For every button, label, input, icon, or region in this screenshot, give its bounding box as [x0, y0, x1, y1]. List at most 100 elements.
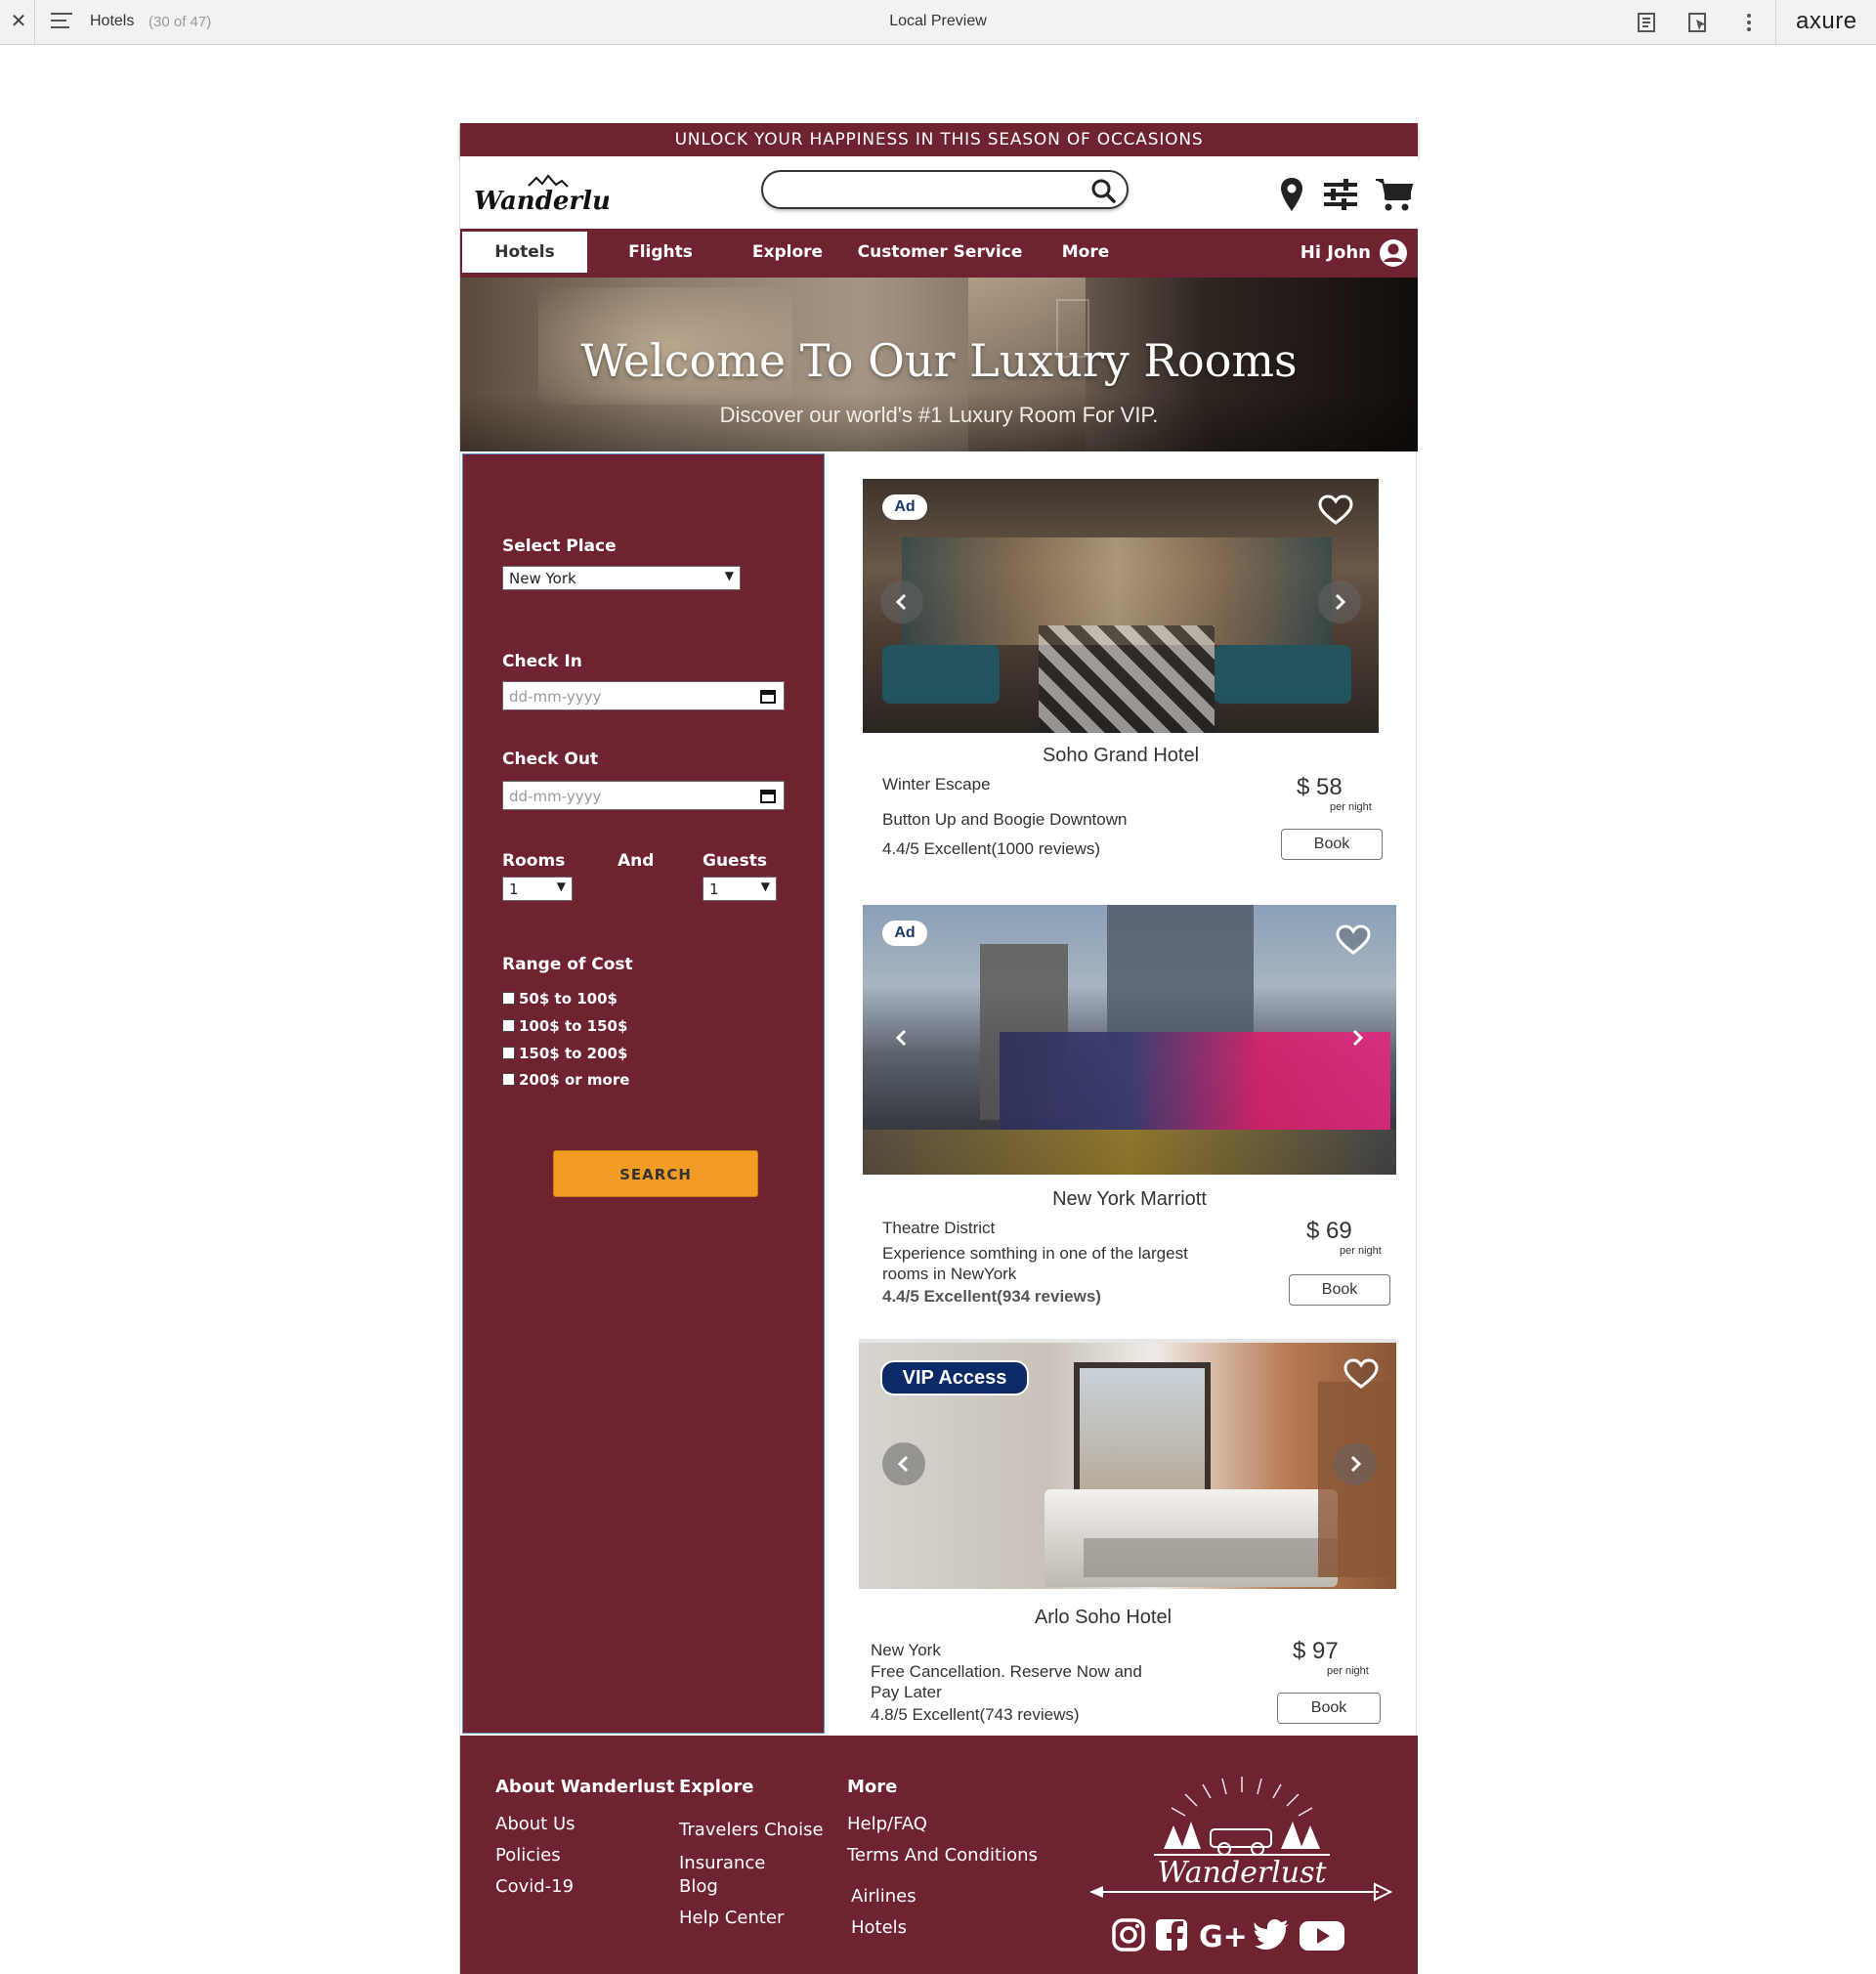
hero-banner: Welcome To Our Luxury Rooms Discover our…	[460, 278, 1418, 451]
facebook-icon[interactable]	[1154, 1915, 1189, 1954]
checkin-input[interactable]: dd-mm-yyyy	[502, 681, 785, 710]
hotel-tagline: Theatre District	[882, 1219, 996, 1237]
instagram-icon[interactable]	[1111, 1915, 1146, 1954]
cost-option-label: 50$ to 100$	[519, 990, 618, 1008]
nav-customer-service[interactable]: Customer Service	[849, 232, 1031, 273]
footer-link-blog[interactable]: Blog	[679, 1876, 718, 1897]
cart-icon[interactable]	[1375, 176, 1414, 213]
svg-text:Wanderlust: Wanderlust	[474, 187, 609, 216]
nav-hotels[interactable]: Hotels	[462, 232, 587, 273]
place-value: New York	[509, 570, 576, 587]
footer-link-covid[interactable]: Covid-19	[495, 1876, 574, 1897]
search-input[interactable]	[777, 178, 1080, 203]
hotel-name[interactable]: New York Marriott	[863, 1188, 1396, 1211]
footer-link-policies[interactable]: Policies	[495, 1845, 561, 1866]
hotel-price: $ 69	[1306, 1218, 1352, 1244]
checkout-label: Check Out	[502, 750, 599, 769]
wanderlust-logo[interactable]: Wanderlust	[472, 172, 609, 219]
book-button[interactable]: Book	[1289, 1274, 1390, 1306]
checkbox[interactable]	[502, 1047, 515, 1059]
hotel-photo: VIP Access	[859, 1339, 1396, 1589]
youtube-icon[interactable]	[1299, 1915, 1345, 1954]
place-select[interactable]: New York ▼	[502, 566, 741, 590]
checkbox[interactable]	[502, 992, 515, 1005]
more-options-icon[interactable]	[1737, 11, 1761, 34]
user-greeting: Hi John	[1300, 242, 1371, 263]
book-button[interactable]: Book	[1277, 1693, 1381, 1724]
checkout-placeholder: dd-mm-yyyy	[509, 788, 602, 805]
search-bar	[761, 170, 1129, 209]
nav-flights[interactable]: Flights	[607, 232, 714, 273]
footer-heading-about: About Wanderlust	[495, 1777, 675, 1797]
footer-link-help-center[interactable]: Help Center	[679, 1908, 784, 1928]
toolbar-divider	[34, 0, 35, 45]
rooms-label: Rooms	[502, 851, 566, 871]
promo-banner: UNLOCK YOUR HAPPINESS IN THIS SEASON OF …	[460, 123, 1418, 156]
twitter-icon[interactable]	[1254, 1915, 1291, 1954]
chevron-down-icon: ▼	[556, 880, 566, 893]
checkin-label: Check In	[502, 652, 582, 671]
footer-link-airlines[interactable]: Airlines	[851, 1886, 917, 1907]
nav-more[interactable]: More	[1037, 232, 1134, 273]
location-pin-icon[interactable]	[1279, 176, 1304, 213]
notes-icon[interactable]	[1635, 11, 1658, 34]
per-night-label: per night	[1330, 801, 1372, 813]
hotel-price: $ 97	[1293, 1638, 1339, 1664]
footer-link-help-faq[interactable]: Help/FAQ	[847, 1814, 927, 1834]
google-plus-icon[interactable]: G+	[1199, 1915, 1248, 1954]
next-arrow-icon[interactable]	[1318, 580, 1361, 623]
footer-link-terms[interactable]: Terms And Conditions	[847, 1845, 1038, 1866]
per-night-label: per night	[1327, 1665, 1369, 1677]
wanderlust-footer-logo: Wanderlust	[1089, 1777, 1393, 1902]
inspect-icon[interactable]	[1686, 11, 1710, 34]
checkbox[interactable]	[502, 1019, 515, 1032]
next-arrow-icon[interactable]	[1334, 1442, 1377, 1485]
checkbox[interactable]	[502, 1073, 515, 1086]
cost-option-checkbox[interactable]: 200$ or more	[502, 1071, 629, 1089]
page-name: Hotels	[90, 13, 135, 29]
rooms-select[interactable]: 1 ▼	[502, 877, 573, 901]
heart-icon[interactable]	[1336, 924, 1371, 956]
heart-icon[interactable]	[1343, 1358, 1379, 1390]
footer-link-travelers-choise[interactable]: Travelers Choise	[679, 1820, 824, 1840]
footer-heading-explore: Explore	[679, 1777, 754, 1797]
search-button[interactable]: SEARCH	[553, 1150, 758, 1197]
prev-arrow-icon[interactable]	[880, 1016, 923, 1059]
prev-arrow-icon[interactable]	[880, 580, 923, 623]
hotel-name[interactable]: Soho Grand Hotel	[863, 745, 1379, 767]
hotel-rating: 4.4/5 Excellent(1000 reviews)	[882, 839, 1101, 858]
hotel-rating: 4.4/5 Excellent(934 reviews)	[882, 1287, 1101, 1306]
site-footer: About Wanderlust About Us Policies Covid…	[460, 1736, 1418, 1974]
guests-select[interactable]: 1 ▼	[703, 877, 777, 901]
hotel-name[interactable]: Arlo Soho Hotel	[859, 1607, 1347, 1629]
user-menu[interactable]: Hi John	[1300, 237, 1408, 269]
cost-option-checkbox[interactable]: 150$ to 200$	[502, 1045, 627, 1062]
footer-link-about-us[interactable]: About Us	[495, 1814, 576, 1834]
page-frame: UNLOCK YOUR HAPPINESS IN THIS SEASON OF …	[459, 123, 1418, 1974]
filter-sliders-icon[interactable]	[1322, 176, 1359, 213]
preview-title: Local Preview	[889, 13, 987, 29]
cost-option-label: 150$ to 200$	[519, 1045, 628, 1062]
calendar-icon[interactable]	[760, 788, 776, 803]
footer-link-hotels[interactable]: Hotels	[851, 1917, 907, 1938]
next-arrow-icon[interactable]	[1336, 1016, 1379, 1059]
hotel-price: $ 58	[1297, 774, 1343, 800]
page-count: (30 of 47)	[149, 14, 212, 30]
prev-arrow-icon[interactable]	[882, 1442, 925, 1485]
cost-label: Range of Cost	[502, 955, 633, 974]
cost-option-checkbox[interactable]: 50$ to 100$	[502, 990, 618, 1008]
pages-menu-icon[interactable]	[51, 13, 72, 32]
cost-option-label: 200$ or more	[519, 1071, 630, 1089]
cost-option-checkbox[interactable]: 100$ to 150$	[502, 1017, 627, 1035]
hotel-description: Free Cancellation. Reserve Now and Pay L…	[871, 1662, 1142, 1701]
footer-link-insurance[interactable]: Insurance	[679, 1853, 765, 1873]
book-button[interactable]: Book	[1281, 829, 1383, 860]
nav-explore[interactable]: Explore	[734, 232, 841, 273]
search-icon[interactable]	[1089, 177, 1117, 204]
heart-icon[interactable]	[1318, 494, 1353, 526]
checkout-input[interactable]: dd-mm-yyyy	[502, 781, 785, 810]
calendar-icon[interactable]	[760, 688, 776, 704]
hero-title: Welcome To Our Luxury Rooms	[580, 334, 1298, 387]
close-icon[interactable]: ✕	[8, 10, 29, 33]
ad-badge: Ad	[882, 494, 927, 520]
